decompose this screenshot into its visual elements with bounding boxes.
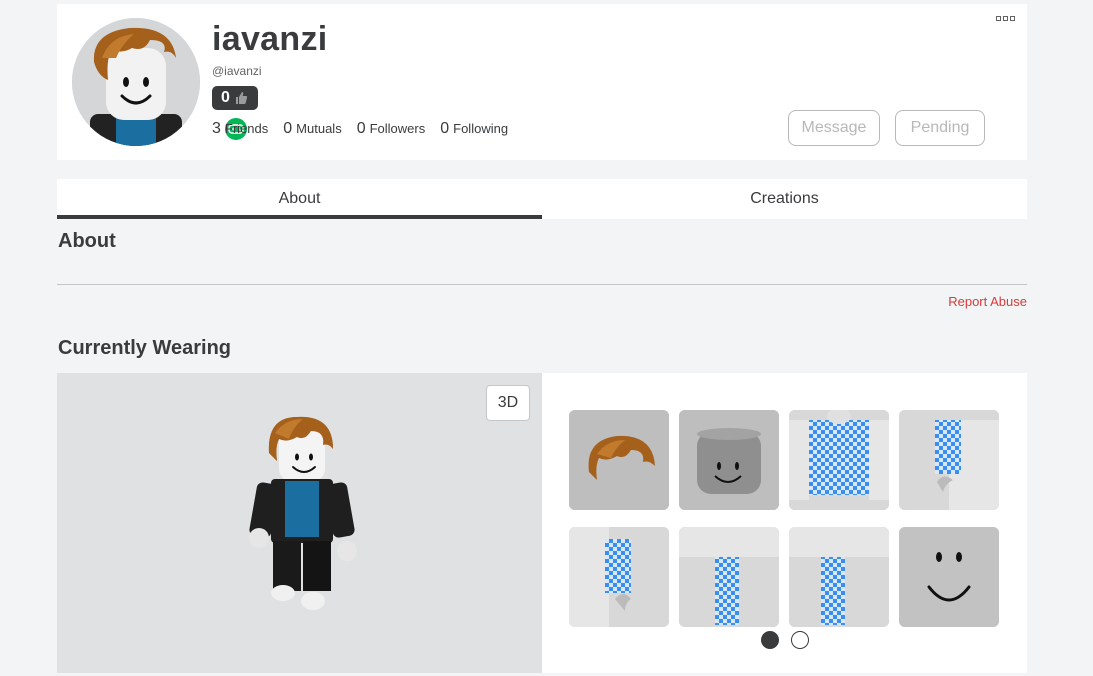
pending-button[interactable]: Pending <box>895 110 985 146</box>
hair-icon[interactable] <box>569 410 669 510</box>
report-abuse-link[interactable]: Report Abuse <box>948 294 1027 309</box>
page-indicator <box>761 631 809 649</box>
profile-header: iavanzi @iavanzi 0 3 Friends 0 Mutuals 0 Fo… <box>57 4 1027 160</box>
3d-toggle-button[interactable]: 3D <box>486 385 530 421</box>
stat-friends[interactable]: 3 Friends <box>212 120 268 138</box>
badge-count: 0 <box>221 89 230 106</box>
tab-about[interactable]: About <box>57 179 542 219</box>
about-heading: About <box>58 230 116 252</box>
right-arm-icon[interactable] <box>899 410 999 510</box>
page-dot-1[interactable] <box>761 631 779 649</box>
currently-wearing-heading: Currently Wearing <box>58 337 231 359</box>
left-leg-icon[interactable] <box>679 527 779 627</box>
avatar-figure <box>249 416 357 610</box>
stat-mutuals[interactable]: 0 Mutuals <box>283 120 341 138</box>
stat-following[interactable]: 0 Following <box>440 120 508 138</box>
stat-followers[interactable]: 0 Followers <box>357 120 426 138</box>
more-options-icon[interactable] <box>996 16 1015 21</box>
left-arm-icon[interactable] <box>569 527 669 627</box>
thumbs-up-icon <box>235 92 248 104</box>
right-leg-icon[interactable] <box>789 527 889 627</box>
items-grid <box>569 410 999 627</box>
message-button[interactable]: Message <box>788 110 880 146</box>
username: @iavanzi <box>212 64 262 78</box>
avatar-viewer[interactable]: 3D <box>57 373 542 673</box>
page-dot-2[interactable] <box>791 631 809 649</box>
display-name: iavanzi <box>212 20 328 58</box>
profile-tabs: About Creations <box>57 179 1027 219</box>
head-icon[interactable] <box>679 410 779 510</box>
badge-counter[interactable]: 0 <box>212 86 258 110</box>
shirt-icon[interactable] <box>789 410 889 510</box>
face-icon[interactable] <box>899 527 999 627</box>
divider <box>57 284 1027 285</box>
tab-creations[interactable]: Creations <box>542 179 1027 219</box>
wearing-items-panel <box>542 373 1027 673</box>
avatar[interactable] <box>72 18 200 146</box>
social-stats: 3 Friends 0 Mutuals 0 Followers 0 Following <box>212 120 508 138</box>
